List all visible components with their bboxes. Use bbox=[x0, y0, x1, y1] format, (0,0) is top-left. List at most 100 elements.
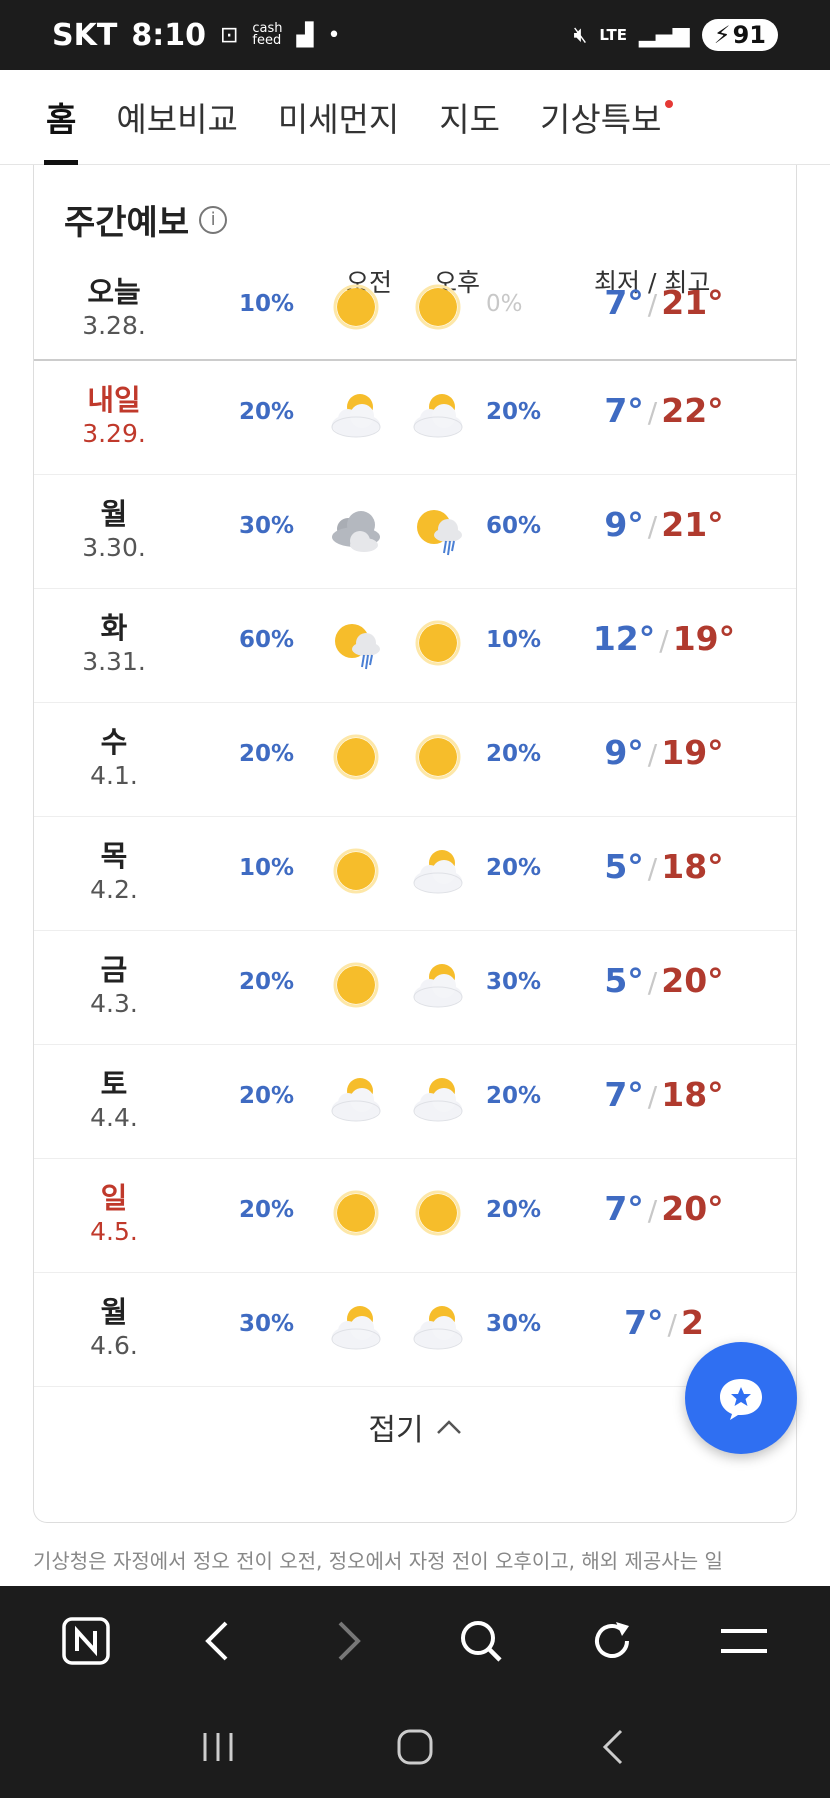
recents-button[interactable] bbox=[183, 1712, 253, 1782]
high-temp: 18° bbox=[661, 1075, 724, 1114]
low-temp: 5° bbox=[604, 847, 644, 886]
day-label: 월 bbox=[100, 1295, 128, 1329]
day-label: 내일 bbox=[87, 383, 141, 417]
network-label: LTE bbox=[599, 26, 627, 44]
forecast-row: 목 4.2. 10% 20% 5°/18° bbox=[34, 817, 796, 931]
day-label: 오늘 bbox=[87, 275, 141, 309]
temperature-range: 7°/18° bbox=[564, 1075, 764, 1114]
tab-weather-warning[interactable]: 기상특보 bbox=[520, 70, 681, 165]
temperature-range: 9°/21° bbox=[564, 505, 764, 544]
fold-button[interactable]: 접기 bbox=[34, 1405, 796, 1449]
dot-icon: • bbox=[327, 22, 341, 48]
card-title: 주간예보 i bbox=[64, 195, 228, 244]
chevron-right-icon bbox=[338, 1621, 361, 1661]
forecast-row: 수 4.1. 20% 20% 9°/19° bbox=[34, 703, 796, 817]
high-temp: 21° bbox=[661, 505, 724, 544]
back-button[interactable] bbox=[182, 1606, 252, 1676]
am-rain-chance: 10% bbox=[239, 291, 295, 317]
forecast-row: 토 4.4. 20% 20% 7°/18° bbox=[34, 1045, 796, 1159]
reload-button[interactable] bbox=[577, 1606, 647, 1676]
sunny-icon bbox=[415, 1190, 461, 1236]
reload-icon bbox=[595, 1622, 630, 1658]
am-rain-chance: 20% bbox=[239, 1197, 295, 1223]
low-temp: 7° bbox=[604, 391, 644, 430]
date-label: 4.2. bbox=[90, 875, 138, 904]
day-label: 금 bbox=[100, 953, 128, 987]
temperature-range: 7°/20° bbox=[564, 1189, 764, 1228]
pm-rain-chance: 20% bbox=[486, 1197, 542, 1223]
am-rain-chance: 20% bbox=[239, 399, 295, 425]
high-temp: 19° bbox=[661, 733, 724, 772]
tab-forecast-compare[interactable]: 예보비교 bbox=[96, 70, 257, 165]
sunny-icon bbox=[415, 734, 461, 780]
sunny-icon bbox=[333, 962, 379, 1008]
info-icon[interactable]: i bbox=[199, 205, 228, 234]
tab-label: 미세먼지 bbox=[277, 100, 400, 139]
date-label: 3.28. bbox=[82, 311, 146, 340]
forward-button[interactable] bbox=[314, 1606, 384, 1676]
partly-cloudy-icon bbox=[413, 394, 463, 438]
date-label: 4.4. bbox=[90, 1103, 138, 1132]
chatbot-button[interactable] bbox=[685, 1342, 797, 1454]
signal-icon: ▂▄▆ bbox=[638, 22, 690, 48]
temp-separator: / bbox=[647, 1080, 658, 1113]
am-rain-chance: 60% bbox=[239, 627, 295, 653]
carrier: SKT bbox=[52, 17, 118, 53]
temp-separator: / bbox=[647, 1194, 658, 1227]
weekly-title: 주간예보 bbox=[64, 203, 190, 243]
temperature-range: 9°/19° bbox=[564, 733, 764, 772]
naver-home-button[interactable] bbox=[51, 1606, 121, 1676]
low-temp: 9° bbox=[604, 505, 644, 544]
am-rain-chance: 30% bbox=[239, 513, 295, 539]
system-nav-bar bbox=[0, 1696, 830, 1798]
sun-rain-icon bbox=[417, 510, 462, 556]
temp-separator: / bbox=[659, 624, 669, 657]
temperature-range: 12°/19° bbox=[564, 619, 764, 658]
pm-rain-chance: 20% bbox=[486, 1083, 542, 1109]
tab-label: 홈 bbox=[46, 100, 77, 139]
partly-cloudy-icon bbox=[331, 1306, 381, 1350]
battery-badge: ⚡ 91 bbox=[701, 19, 778, 51]
new-dot bbox=[665, 99, 674, 108]
low-temp: 7° bbox=[624, 1303, 664, 1342]
date-label: 3.30. bbox=[82, 533, 146, 562]
temp-separator: / bbox=[647, 396, 658, 429]
day-label: 화 bbox=[100, 611, 128, 645]
high-temp: 19° bbox=[672, 619, 736, 658]
forecast-row: 월 3.30. 30% 60% 9°/21° bbox=[34, 475, 796, 589]
battery-level: 91 bbox=[732, 21, 766, 49]
date-label: 4.6. bbox=[90, 1331, 138, 1360]
high-temp: 18° bbox=[661, 847, 724, 886]
tab-map[interactable]: 지도 bbox=[419, 70, 520, 165]
search-button[interactable] bbox=[446, 1606, 516, 1676]
am-rain-chance: 10% bbox=[239, 855, 295, 881]
back-arrow-icon bbox=[602, 1729, 622, 1765]
system-back-button[interactable] bbox=[577, 1712, 647, 1782]
am-rain-chance: 30% bbox=[239, 1311, 295, 1337]
home-button[interactable] bbox=[380, 1712, 450, 1782]
cloudy-icon bbox=[332, 511, 380, 552]
date-label: 3.29. bbox=[82, 419, 146, 448]
pm-rain-chance: 20% bbox=[486, 855, 542, 881]
tab-fine-dust[interactable]: 미세먼지 bbox=[258, 70, 419, 165]
high-temp: 2 bbox=[680, 1303, 704, 1342]
sunny-icon bbox=[333, 1190, 379, 1236]
temperature-range: 5°/18° bbox=[564, 847, 764, 886]
forecast-row: 화 3.31. 60% 10% 12°/19° bbox=[34, 589, 796, 703]
menu-button[interactable] bbox=[709, 1606, 779, 1676]
temp-separator: / bbox=[647, 738, 658, 771]
mute-icon: 🔇︎ bbox=[573, 22, 588, 48]
partly-cloudy-icon bbox=[413, 1078, 463, 1122]
am-rain-chance: 20% bbox=[239, 741, 295, 767]
pm-rain-chance: 20% bbox=[486, 741, 542, 767]
tab-home[interactable]: 홈 bbox=[26, 70, 96, 165]
sunny-icon bbox=[333, 284, 379, 330]
date-label: 4.3. bbox=[90, 989, 138, 1018]
sunny-icon bbox=[333, 848, 379, 894]
temp-separator: / bbox=[647, 852, 658, 885]
partly-cloudy-icon bbox=[331, 394, 381, 438]
search-icon bbox=[460, 1621, 502, 1662]
screenshot-icon: ⊡ bbox=[219, 22, 239, 48]
temperature-range: 7°/21° bbox=[564, 283, 764, 322]
date-label: 4.5. bbox=[90, 1217, 138, 1246]
